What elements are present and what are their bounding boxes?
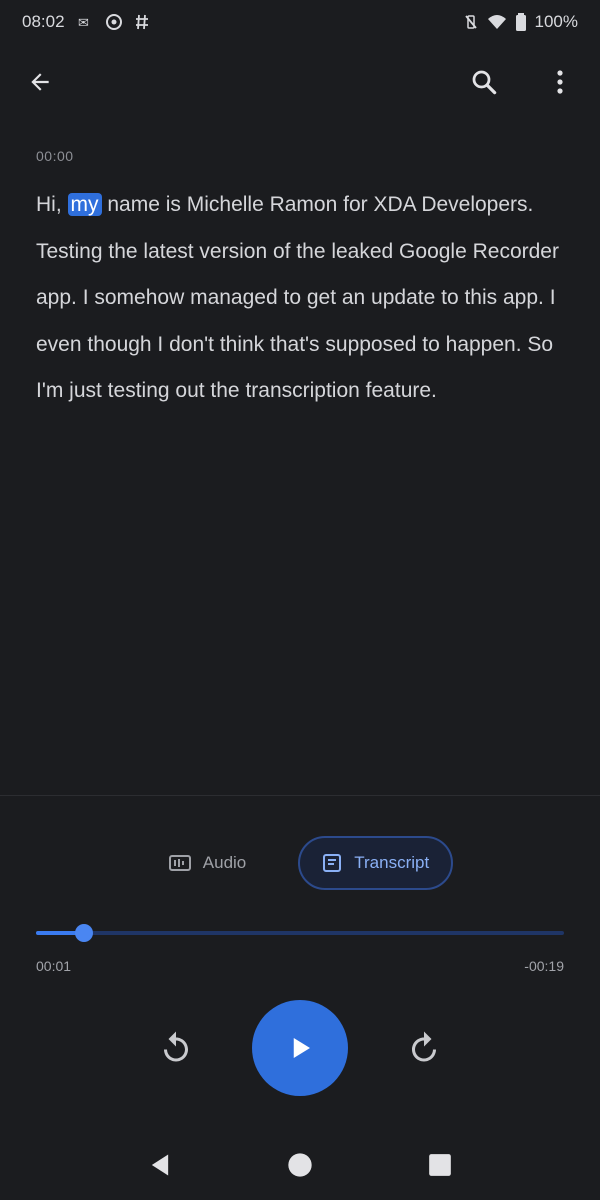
more-options-button[interactable] [542, 64, 578, 100]
nav-home-button[interactable] [278, 1143, 322, 1187]
view-toggle: Audio Transcript [0, 835, 600, 891]
elapsed-time: 00:01 [36, 958, 72, 974]
search-icon [472, 70, 497, 95]
divider [0, 795, 600, 796]
battery-percent: 100% [534, 12, 578, 31]
battery-icon [515, 13, 527, 31]
svg-text:✉: ✉ [78, 16, 89, 30]
forward-icon [412, 1031, 436, 1062]
nav-home-icon [288, 1153, 312, 1177]
arrow-back-icon [31, 73, 49, 91]
rewind-button[interactable] [148, 1020, 204, 1076]
transcript-text[interactable]: Hi, my name is Michelle Ramon for XDA De… [36, 182, 570, 415]
vibrate-icon [463, 14, 479, 30]
nav-back-button[interactable] [138, 1143, 182, 1187]
app-bar [0, 52, 600, 112]
status-left: 08:02 ✉ [22, 12, 149, 32]
current-word-highlight[interactable]: my [67, 193, 102, 216]
status-time: 08:02 [22, 12, 65, 31]
search-button[interactable] [466, 64, 502, 100]
status-right: 100% [463, 12, 578, 32]
play-button[interactable] [252, 1000, 348, 1096]
transcript-tab-label: Transcript [354, 853, 430, 872]
transcript-text-rest: name is Michelle Ramon for XDA Developer… [36, 193, 559, 402]
audio-tab[interactable]: Audio [147, 836, 268, 890]
hashtag-icon [135, 14, 149, 30]
play-icon [293, 1038, 310, 1058]
more-vert-icon [557, 70, 563, 94]
nav-recents-icon [429, 1154, 451, 1176]
audio-tab-label: Audio [202, 853, 247, 872]
seek-bar[interactable] [36, 924, 564, 942]
keyboard-icon: ✉ [77, 14, 93, 30]
waveform-icon [168, 855, 191, 871]
replay-icon [164, 1031, 188, 1062]
wifi-icon [487, 14, 507, 30]
seek-track [36, 931, 564, 935]
nav-recents-button[interactable] [418, 1143, 462, 1187]
transcript-timestamp: 00:00 [36, 148, 74, 164]
settings-icon [105, 13, 123, 31]
system-nav-bar [0, 1130, 600, 1200]
transcript-icon [323, 854, 342, 872]
remaining-time: -00:19 [524, 958, 564, 974]
playback-controls [0, 1000, 600, 1096]
back-button[interactable] [22, 64, 58, 100]
status-bar: 08:02 ✉ 100% [0, 0, 600, 44]
nav-back-icon [151, 1154, 169, 1176]
transcript-tab[interactable]: Transcript [298, 836, 454, 890]
app-bar-actions [466, 64, 578, 100]
seek-thumb[interactable] [74, 924, 93, 942]
transcript-text-start: Hi, [36, 193, 62, 216]
forward-button[interactable] [396, 1020, 452, 1076]
